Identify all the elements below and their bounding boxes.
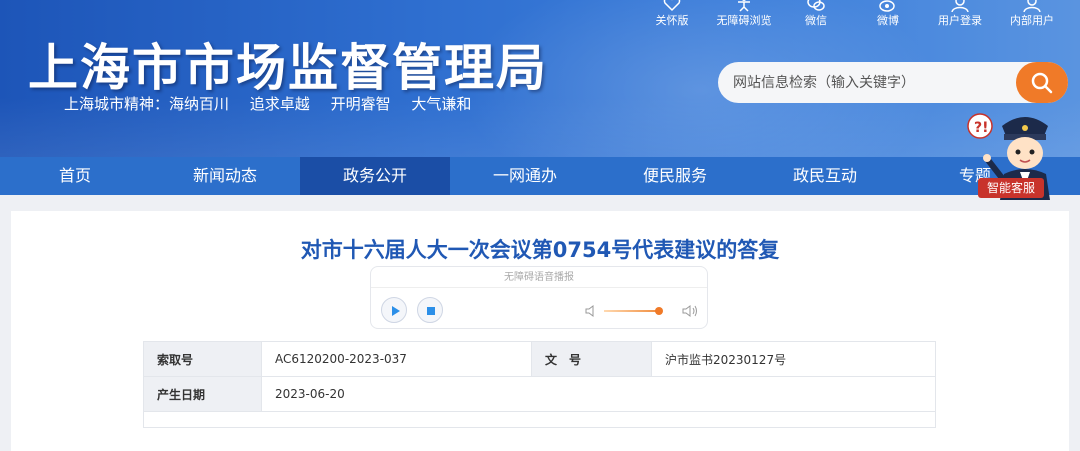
user-icon [951, 0, 969, 12]
slogan-part: 大气谦和 [411, 95, 472, 113]
nav-news[interactable]: 新闻动态 [150, 157, 300, 195]
tool-label: 内部用户 [1010, 14, 1054, 27]
date-value: 2023-06-20 [261, 376, 936, 412]
accessibility-icon [738, 0, 750, 12]
wechat-link[interactable]: 微信 [780, 0, 852, 30]
accessibility-link[interactable]: 无障碍浏览 [708, 0, 780, 30]
volume-slider-handle[interactable] [655, 307, 663, 315]
top-toolbar: 关怀版 无障碍浏览 微信 微博 用户登录 内部用户 [636, 0, 1068, 30]
nav-services[interactable]: 便民服务 [600, 157, 750, 195]
tool-label: 无障碍浏览 [716, 14, 772, 27]
slogan-part: 上海城市精神：海纳百川 [64, 95, 230, 113]
slogan-part: 追求卓越 [249, 95, 310, 113]
weibo-link[interactable]: 微博 [852, 0, 924, 30]
index-number-value: AC6120200-2023-037 [261, 341, 532, 377]
header-banner: 上海市市场监督管理局 上海城市精神：海纳百川 追求卓越 开明睿智 大气谦和 关怀… [0, 0, 1080, 157]
site-title[interactable]: 上海市市场监督管理局 [28, 28, 548, 100]
search-input[interactable] [718, 62, 1016, 103]
volume-low-icon[interactable] [584, 304, 598, 318]
internal-user-link[interactable]: 内部用户 [996, 0, 1068, 30]
index-number-label: 索取号 [143, 341, 262, 377]
care-version-link[interactable]: 关怀版 [636, 0, 708, 30]
search-button[interactable] [1016, 62, 1068, 103]
tool-label: 微信 [805, 14, 827, 27]
main-nav: 首页 新闻动态 政务公开 一网通办 便民服务 政民互动 专题 [0, 157, 1080, 195]
wechat-icon [807, 0, 825, 11]
audio-player: 无障碍语音播报 [370, 266, 708, 329]
volume-slider[interactable] [604, 310, 661, 312]
doc-number-label: 文 号 [531, 341, 652, 377]
table-row [143, 411, 936, 428]
date-label: 产生日期 [143, 376, 262, 412]
article-title: 对市十六届人大一次会议第0754号代表建议的答复 [300, 238, 780, 262]
nav-gov-affairs[interactable]: 政务公开 [300, 157, 450, 195]
care-icon [663, 0, 681, 12]
nav-home[interactable]: 首页 [0, 157, 150, 195]
city-slogan: 上海城市精神：海纳百川 追求卓越 开明睿智 大气谦和 [64, 93, 487, 114]
document-meta-table: 索取号 AC6120200-2023-037 文 号 沪市监书20230127号… [143, 341, 936, 428]
weibo-icon [879, 0, 895, 12]
doc-number-value: 沪市监书20230127号 [651, 341, 936, 377]
play-icon [392, 306, 400, 316]
search-box [718, 62, 1068, 103]
internal-user-icon [1023, 0, 1041, 12]
stop-button[interactable] [417, 297, 443, 323]
tool-label: 关怀版 [655, 14, 689, 27]
table-row: 产生日期 2023-06-20 [143, 376, 936, 412]
audio-player-label: 无障碍语音播报 [371, 267, 707, 288]
nav-interaction[interactable]: 政民互动 [750, 157, 900, 195]
stop-icon [427, 307, 435, 315]
volume-high-icon[interactable] [682, 304, 698, 318]
table-row: 索取号 AC6120200-2023-037 文 号 沪市监书20230127号 [143, 341, 936, 377]
svg-text:?!: ?! [974, 120, 989, 136]
tool-label: 微博 [877, 14, 899, 27]
search-icon [1031, 72, 1053, 93]
nav-one-stop[interactable]: 一网通办 [450, 157, 600, 195]
smart-service-label[interactable]: 智能客服 [978, 178, 1044, 198]
table-cell-empty [143, 411, 936, 428]
tool-label: 用户登录 [938, 14, 982, 27]
slogan-part: 开明睿智 [330, 95, 391, 113]
article-panel: 对市十六届人大一次会议第0754号代表建议的答复 无障碍语音播报 索取号 AC6… [11, 211, 1069, 451]
user-login-link[interactable]: 用户登录 [924, 0, 996, 30]
play-button[interactable] [381, 297, 407, 323]
